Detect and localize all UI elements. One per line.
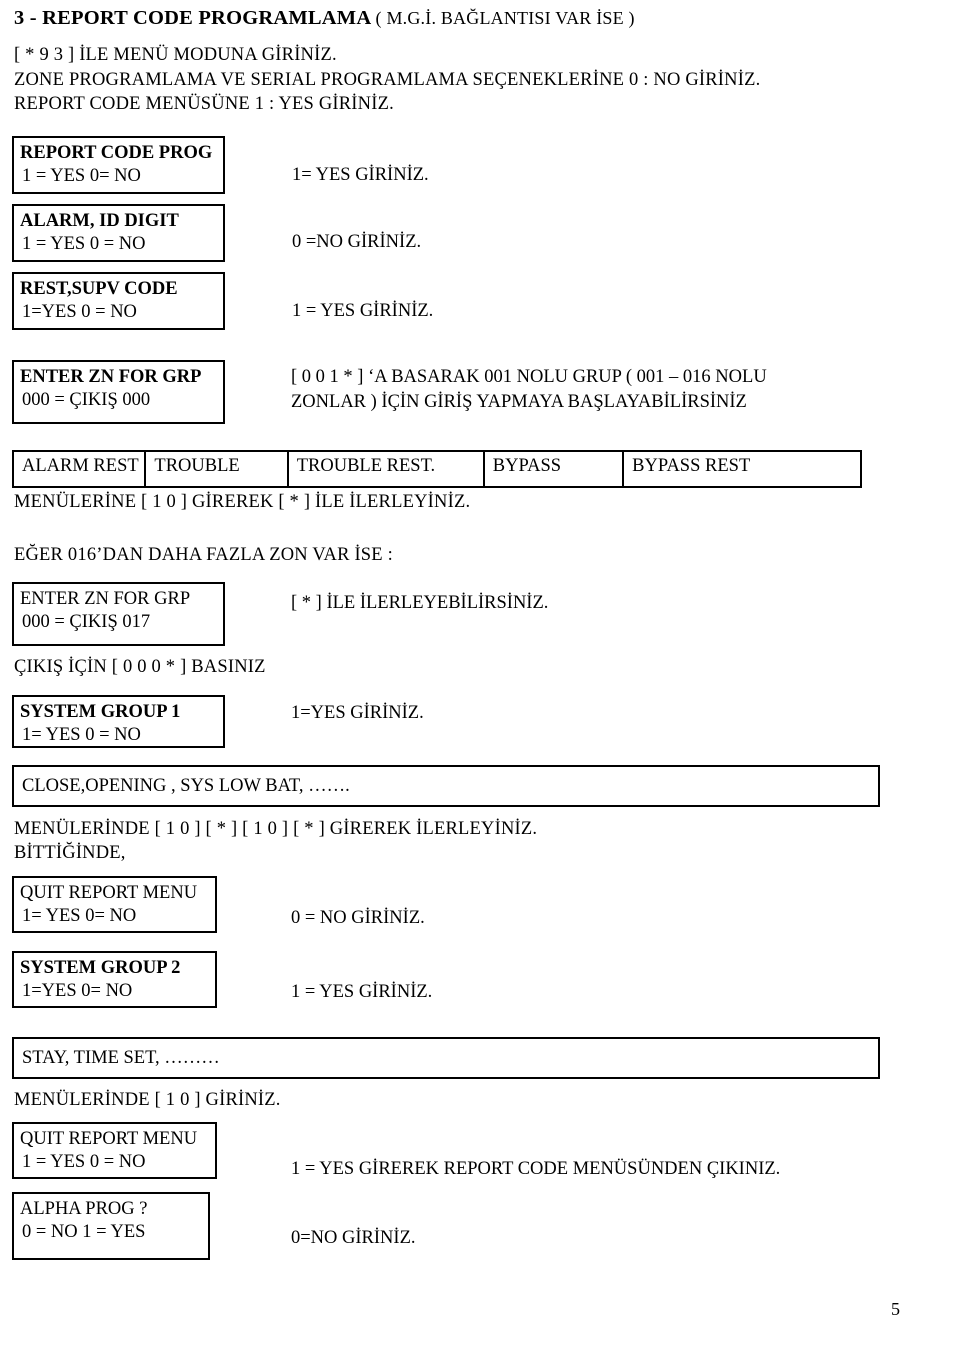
instruction-quit-report-menu-2: 1 = YES GİREREK REPORT CODE MENÜSÜNDEN Ç… xyxy=(291,1159,781,1179)
instruction-quit-report-menu-1: 0 = NO GİRİNİZ. xyxy=(291,908,425,928)
lcd-box-report-code-prog: REPORT CODE PROG 1 = YES 0= NO xyxy=(12,136,225,194)
lcd-line-2: 1 = YES 0= NO xyxy=(22,166,141,187)
instruction-alpha-prog: 0=NO GİRİNİZ. xyxy=(291,1228,416,1248)
lcd-line-2: 000 = ÇIKIŞ 000 xyxy=(22,390,151,411)
lcd-line-2: 0 = NO 1 = YES xyxy=(22,1222,146,1243)
after-wide-1-line-2: BİTTİĞİNDE, xyxy=(14,843,126,863)
lcd-line-1: SYSTEM GROUP 1 xyxy=(20,702,181,722)
instruction-rest-supv-code: 1 = YES GİRİNİZ. xyxy=(292,301,434,321)
menu-cell-bypass[interactable]: BYPASS xyxy=(485,452,625,486)
lcd-line-1: ENTER ZN FOR GRP xyxy=(20,589,191,609)
instruction-zone-group-017: [ * ] İLE İLERLEYEBİLİRSİNİZ. xyxy=(291,593,549,613)
lcd-box-quit-report-menu-1: QUIT REPORT MENU 1= YES 0= NO xyxy=(12,876,217,933)
lcd-line-1: ALARM, ID DIGIT xyxy=(20,211,179,231)
lcd-line-1: ENTER ZN FOR GRP xyxy=(20,367,202,387)
intro-line-3: REPORT CODE MENÜSÜNE 1 : YES GİRİNİZ. xyxy=(14,94,394,114)
lcd-line-2: 1 = YES 0 = NO xyxy=(22,1152,146,1173)
lcd-box-alpha-prog: ALPHA PROG ? 0 = NO 1 = YES xyxy=(12,1192,210,1260)
lcd-line-1: ALPHA PROG ? xyxy=(20,1199,148,1219)
lcd-box-alarm-id-digit: ALARM, ID DIGIT 1 = YES 0 = NO xyxy=(12,204,225,262)
document-page: 3 - REPORT CODE PROGRAMLAMA ( M.G.İ. BAĞ… xyxy=(0,0,960,1346)
lcd-box-system-group-1: SYSTEM GROUP 1 1= YES 0 = NO xyxy=(12,695,225,748)
menu-cell-trouble[interactable]: TROUBLE xyxy=(146,452,289,486)
exit-note: ÇIKIŞ İÇİN [ 0 0 0 * ] BASINIZ xyxy=(14,657,266,677)
after-wide-1-line-1: MENÜLERİNDE [ 1 0 ] [ * ] [ 1 0 ] [ * ] … xyxy=(14,819,538,839)
wide-box-text: CLOSE,OPENING , SYS LOW BAT, ……. xyxy=(22,775,350,796)
lcd-line-1: REST,SUPV CODE xyxy=(20,279,178,299)
menu-cell-trouble-rest[interactable]: TROUBLE REST. xyxy=(289,452,485,486)
page-title: 3 - REPORT CODE PROGRAMLAMA ( M.G.İ. BAĞ… xyxy=(14,6,635,30)
page-title-sub: ( M.G.İ. BAĞLANTISI VAR İSE ) xyxy=(375,8,635,28)
lcd-box-quit-report-menu-2: QUIT REPORT MENU 1 = YES 0 = NO xyxy=(12,1122,217,1179)
lcd-line-2: 1= YES 0 = NO xyxy=(22,725,141,746)
lcd-box-system-group-2: SYSTEM GROUP 2 1=YES 0= NO xyxy=(12,951,217,1008)
lcd-box-rest-supv-code: REST,SUPV CODE 1=YES 0 = NO xyxy=(12,272,225,330)
lcd-line-1: REPORT CODE PROG xyxy=(20,143,213,163)
instruction-system-group-1: 1=YES GİRİNİZ. xyxy=(291,703,424,723)
after-table-line-1: MENÜLERİNE [ 1 0 ] GİREREK [ * ] İLE İLE… xyxy=(14,492,471,512)
lcd-box-enter-zn-for-grp-017: ENTER ZN FOR GRP 000 = ÇIKIŞ 017 xyxy=(12,582,225,646)
after-table-line-2: EĞER 016’DAN DAHA FAZLA ZON VAR İSE : xyxy=(14,545,393,565)
instruction-system-group-2: 1 = YES GİRİNİZ. xyxy=(291,982,433,1002)
intro-line-2: ZONE PROGRAMLAMA VE SERIAL PROGRAMLAMA S… xyxy=(14,70,761,90)
lcd-line-2: 1=YES 0 = NO xyxy=(22,302,137,323)
after-wide-2-line-1: MENÜLERİNDE [ 1 0 ] GİRİNİZ. xyxy=(14,1090,281,1110)
wide-box-text: STAY, TIME SET, ……… xyxy=(22,1047,220,1068)
menu-cell-bypass-rest[interactable]: BYPASS REST xyxy=(624,452,860,486)
lcd-line-1: QUIT REPORT MENU xyxy=(20,883,198,903)
instruction-report-code-prog: 1= YES GİRİNİZ. xyxy=(292,165,429,185)
instruction-zone-group-line-2: ZONLAR ) İÇİN GİRİŞ YAPMAYA BAŞLAYABİLİR… xyxy=(291,392,747,412)
page-title-main: 3 - REPORT CODE PROGRAMLAMA xyxy=(14,7,371,29)
lcd-line-2: 1= YES 0= NO xyxy=(22,906,137,927)
wide-box-stay-time-set: STAY, TIME SET, ……… xyxy=(12,1037,880,1079)
instruction-alarm-id-digit: 0 =NO GİRİNİZ. xyxy=(292,232,422,252)
intro-line-1: [ * 9 3 ] İLE MENÜ MODUNA GİRİNİZ. xyxy=(14,45,337,65)
page-number: 5 xyxy=(891,1299,900,1319)
menu-cell-alarm-rest[interactable]: ALARM REST xyxy=(14,452,147,486)
lcd-line-1: QUIT REPORT MENU xyxy=(20,1129,198,1149)
lcd-box-enter-zn-for-grp-000: ENTER ZN FOR GRP 000 = ÇIKIŞ 000 xyxy=(12,360,225,424)
lcd-line-2: 000 = ÇIKIŞ 017 xyxy=(22,612,151,633)
instruction-zone-group-line-1: [ 0 0 1 * ] ‘A BASARAK 001 NOLU GRUP ( 0… xyxy=(291,367,767,387)
menu-options-table: ALARM REST TROUBLE TROUBLE REST. BYPASS … xyxy=(12,450,862,488)
wide-box-close-opening: CLOSE,OPENING , SYS LOW BAT, ……. xyxy=(12,765,880,807)
lcd-line-2: 1=YES 0= NO xyxy=(22,981,133,1002)
lcd-line-1: SYSTEM GROUP 2 xyxy=(20,958,181,978)
lcd-line-2: 1 = YES 0 = NO xyxy=(22,234,146,255)
